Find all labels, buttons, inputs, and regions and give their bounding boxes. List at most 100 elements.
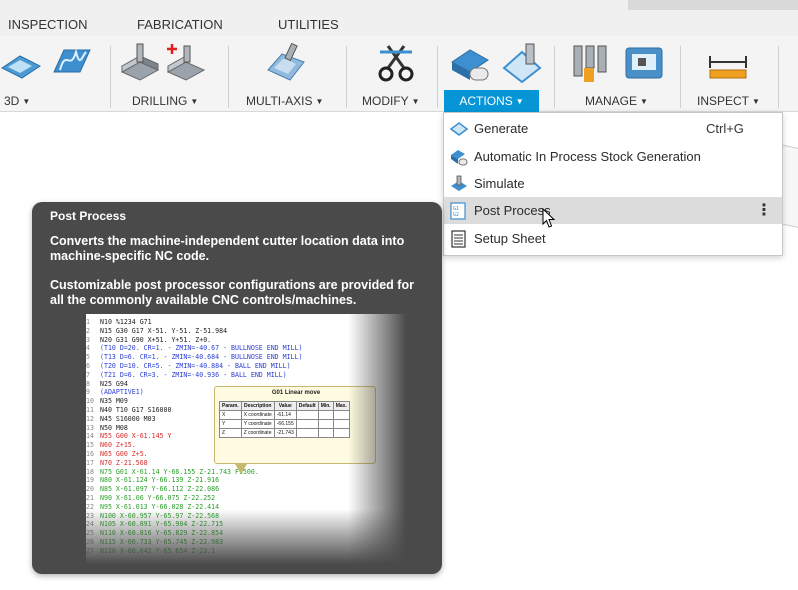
line-number: 12 — [86, 414, 94, 423]
nc-code-text: N65 G00 Z+5. — [100, 450, 148, 458]
param-cell — [317, 428, 334, 438]
group-drilling-label[interactable]: DRILLING ▼ — [132, 94, 198, 108]
nc-code-line: 13 N50 M08 — [86, 424, 128, 432]
mouse-cursor-icon — [542, 208, 556, 228]
group-manage-label[interactable]: MANAGE ▼ — [585, 94, 648, 108]
nc-code-line: 18 N75 G01 X-61.14 Y-66.155 Z-21.743 F950… — [86, 468, 259, 476]
param-cell: Z coordinate — [240, 428, 275, 438]
param-column-header: Default — [295, 401, 319, 411]
param-cell — [332, 419, 350, 429]
generate-toolpath-icon[interactable] — [500, 42, 544, 86]
flow-tool-icon[interactable] — [50, 42, 94, 86]
nc-code-line: 3 N20 G31 G90 X+51. Y+51. Z+0. — [86, 336, 211, 344]
linear-move-popup: G01 Linear move Param. Description Value De… — [214, 386, 376, 474]
post-process-tooltip: Post Process Converts the machine-indepe… — [32, 202, 442, 574]
nc-code-line: 21 N90 X-61.06 Y-66.075 Z-22.252 — [86, 494, 215, 502]
line-number: 2 — [86, 326, 90, 335]
menu-item-generate[interactable]: Generate Ctrl+G — [444, 115, 782, 142]
param-cell: X — [219, 410, 242, 420]
separator — [778, 46, 779, 108]
nc-code-text: N20 G31 G90 X+51. Y+51. Z+0. — [100, 335, 212, 344]
menu-item-simulate[interactable]: Simulate — [444, 170, 782, 197]
param-cell: X coordinate — [240, 410, 275, 420]
group-3d-label[interactable]: 3D ▼ — [4, 94, 30, 108]
nc-code-text: N25 G94 — [100, 379, 128, 388]
nc-code-text: (ADAPTIVE1) — [100, 388, 144, 397]
group-inspect-label[interactable]: INSPECT ▼ — [697, 94, 760, 108]
param-column-header: Value — [273, 401, 297, 411]
param-column-header: Description — [240, 401, 275, 411]
scissors-icon[interactable] — [374, 42, 418, 86]
nc-code-text: N115 X-60.733 Y-65.745 Z-22.983 — [100, 538, 224, 546]
nc-code-line: 2 N15 G30 G17 X-51. Y-51. Z-51.984 — [86, 327, 227, 335]
param-cell: Y coordinate — [240, 419, 275, 429]
line-number: 19 — [86, 476, 94, 485]
machine-library-icon[interactable] — [622, 42, 666, 86]
menu-item-setup-sheet[interactable]: Setup Sheet — [444, 225, 782, 252]
separator — [228, 46, 229, 108]
line-number: 6 — [86, 362, 90, 370]
simulate-icon — [451, 175, 467, 191]
line-number: 18 — [86, 467, 94, 476]
nc-code-text: N90 X-61.06 Y-66.075 Z-22.252 — [100, 494, 216, 502]
nc-code-text: N70 Z-21.568 — [100, 458, 148, 467]
param-cell — [295, 419, 319, 429]
line-number: 7 — [86, 370, 90, 379]
stock-simulate-icon[interactable] — [450, 42, 494, 86]
nc-code-text: N100 X-60.957 Y-65.97 Z-22.568 — [100, 511, 220, 520]
actions-menu-button[interactable]: ACTIONS ▼ — [444, 90, 539, 112]
tab-utilities[interactable]: UTILITIES — [278, 17, 339, 32]
menu-item-label: Generate — [474, 121, 529, 136]
group-multi-axis-label[interactable]: MULTI-AXIS ▼ — [246, 94, 323, 108]
separator — [554, 46, 555, 108]
menu-item-post-process[interactable]: G1 G2 Post Process ⋮ — [444, 197, 782, 224]
multi-axis-icon[interactable] — [264, 42, 308, 86]
nc-code-text: (T10 D=20. CR=1. - ZMIN=-40.67 - BULLNOS… — [100, 344, 303, 353]
nc-code-text: N95 X-61.013 Y-66.028 Z-22.414 — [100, 502, 220, 511]
param-table-header: Param. Description Value Default Min. Max. — [219, 401, 350, 411]
param-cell — [332, 428, 350, 438]
nc-code-line: 9 (ADAPTIVE1) — [86, 388, 144, 396]
nc-code-line: 17 N70 Z-21.568 — [86, 459, 148, 467]
menu-item-label: Setup Sheet — [474, 231, 546, 246]
line-number: 1 — [86, 318, 90, 326]
separator — [680, 46, 681, 108]
menu-item-label: Automatic In Process Stock Generation — [474, 149, 701, 164]
nc-code-text: N110 X-60.816 Y-65.829 Z-22.854 — [100, 529, 224, 538]
hole-recognition-icon[interactable] — [164, 42, 208, 86]
toolbar-ribbon: INSPECTION FABRICATION UTILITIES 3D ▼ DR… — [0, 0, 798, 112]
actions-dropdown-menu: Generate Ctrl+G Automatic In Process Sto… — [443, 112, 783, 256]
param-row: YY coordinate -66.155 — [219, 419, 350, 429]
tab-inspection[interactable]: INSPECTION — [8, 17, 87, 32]
nc-code-text: N10 %1234 G71 — [100, 318, 152, 326]
tab-fabrication[interactable]: FABRICATION — [137, 17, 223, 32]
menu-item-stock-generation[interactable]: Automatic In Process Stock Generation — [444, 143, 782, 170]
tool-library-icon[interactable] — [572, 42, 616, 86]
nc-code-text: N50 M08 — [100, 423, 128, 432]
nc-code-text: N55 G00 X-61.145 Y — [100, 432, 172, 441]
nc-code-line: 5 (T13 D=6. CR=1. - ZMIN=-40.684 - BULLNO… — [86, 353, 302, 361]
tooltip-title: Post Process — [50, 209, 127, 223]
line-number: 4 — [86, 344, 90, 353]
param-row: XX coordinate -61.14 — [219, 410, 350, 420]
nc-code-line: 15 N60 Z+15. — [86, 441, 136, 449]
drill-icon[interactable] — [118, 42, 162, 86]
surface-tool-icon[interactable] — [0, 42, 44, 86]
line-number: 25 — [86, 529, 94, 538]
nc-code-line: 16 N65 G00 Z+5. — [86, 450, 148, 458]
menu-item-label: Post Process — [474, 203, 551, 218]
line-number: 10 — [86, 397, 94, 406]
nc-code-line: 24 N105 X-60.891 Y-65.904 Z-22.715 — [86, 520, 223, 528]
param-row: ZZ coordinate -21.743 — [219, 428, 350, 438]
line-number: 3 — [86, 335, 90, 344]
nc-code-text: N105 X-60.891 Y-65.904 Z-22.715 — [100, 520, 224, 529]
measure-icon[interactable] — [706, 42, 750, 86]
nc-code-line: 1 N10 %1234 G71 — [86, 318, 152, 326]
more-options-icon[interactable]: ⋮ — [756, 200, 772, 220]
popup-title: G01 Linear move — [271, 390, 321, 396]
param-column-header: Min. — [317, 401, 334, 411]
line-number: 21 — [86, 494, 94, 502]
line-number: 17 — [86, 458, 94, 467]
post-process-icon: G1 G2 — [450, 202, 466, 220]
group-modify-label[interactable]: MODIFY ▼ — [362, 94, 420, 108]
